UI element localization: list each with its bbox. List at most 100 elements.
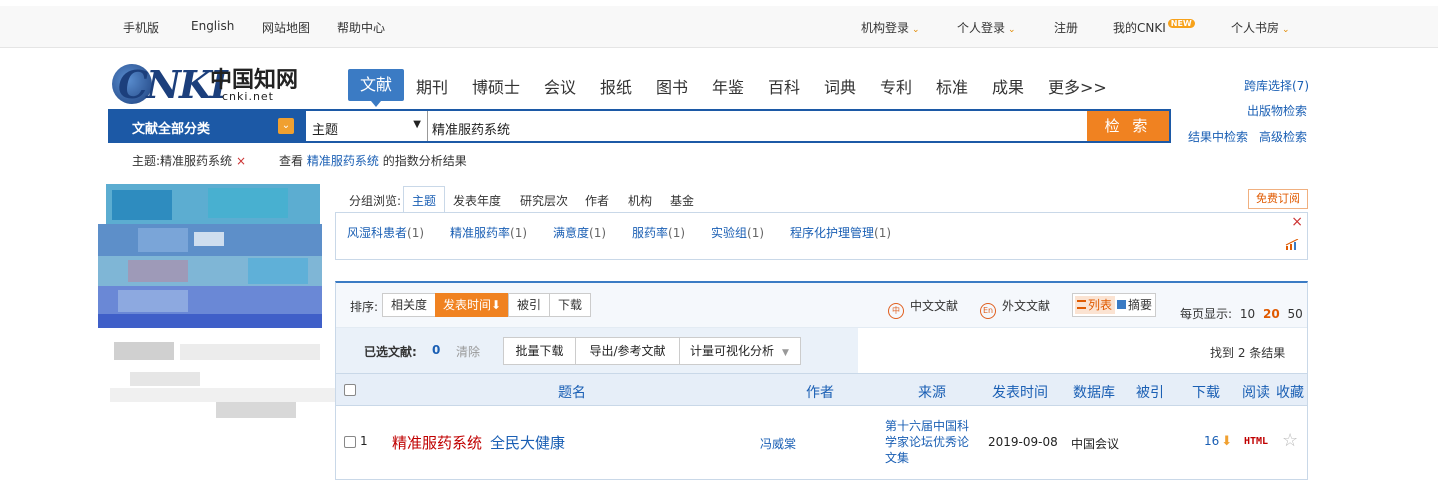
category-select[interactable]: 文献全部分类 ⌄ [108,109,306,143]
group-tab-institution[interactable]: 机构 [628,192,652,209]
search-condition-text: 主题:精准服药系统 [132,154,233,168]
personal-login-link[interactable]: 个人登录 ⌄ [957,19,1016,36]
select-all-checkbox[interactable] [344,384,356,396]
row-source-line: 学家论坛优秀论 [885,435,970,449]
header-source[interactable]: 来源 [918,382,946,402]
foreign-docs-link[interactable]: En 外文文献 [980,297,1050,319]
visual-analysis-dropdown[interactable]: 计量可视化分析 ▼ [679,337,801,365]
view-abstract-label: 摘要 [1128,298,1153,312]
header-downloads[interactable]: 下载 [1192,382,1220,402]
selection-controls: 已选文献: 0 清除 批量下载 导出/参考文献 计量可视化分析 ▼ [336,328,858,373]
view-list-button[interactable]: 列表 [1075,296,1115,314]
row-author-link[interactable]: 冯威棠 [760,435,796,452]
sort-download-button[interactable]: 下载 [549,293,591,317]
advanced-search-link[interactable]: 高级检索 [1259,128,1307,145]
group-tab-author[interactable]: 作者 [585,192,609,209]
group-tab-fund[interactable]: 基金 [670,192,694,209]
register-link[interactable]: 注册 [1054,19,1078,36]
view-list-label: 列表 [1088,298,1113,312]
nav-tab-achievement[interactable]: 成果 [992,74,1024,98]
nav-tab-journal[interactable]: 期刊 [416,74,448,98]
header-cited[interactable]: 被引 [1136,382,1164,402]
nav-tab-book[interactable]: 图书 [656,74,688,98]
row-checkbox[interactable] [344,436,356,448]
group-item[interactable]: 实验组(1) [711,224,764,241]
sort-relevance-button[interactable]: 相关度 [382,293,436,317]
group-item[interactable]: 程序化护理管理(1) [790,224,891,241]
per-page-20[interactable]: 20 [1263,307,1280,321]
mobile-link[interactable]: 手机版 [123,19,159,36]
nav-tab-patent[interactable]: 专利 [880,74,912,98]
header-author[interactable]: 作者 [806,382,834,402]
search-button[interactable]: 检 索 [1087,111,1169,141]
nav-tab-standard[interactable]: 标准 [936,74,968,98]
group-tab-level[interactable]: 研究层次 [520,192,568,209]
star-icon[interactable]: ☆ [1282,430,1298,451]
search-input[interactable]: 精准服药系统 [432,119,510,138]
nav-tab-encyclopedia[interactable]: 百科 [768,74,800,98]
cross-db-select-link[interactable]: 跨库选择(7) [1244,77,1309,94]
search-in-results-link[interactable]: 结果中检索 [1188,128,1248,145]
row-title-link[interactable]: 精准服药系统 全民大健康 [392,432,565,453]
chevron-down-icon: ⌄ [1282,25,1290,35]
index-analysis-link[interactable]: 查看 精准服药系统 的指数分析结果 [279,152,467,169]
group-tab-topic[interactable]: 主题 [403,186,446,214]
new-badge: NEW [1167,19,1195,28]
close-icon[interactable]: × [1291,214,1303,230]
row-title-highlight: 精准服药系统 [392,434,483,452]
group-item[interactable]: 风湿科患者(1) [347,224,424,241]
index-prefix: 查看 [279,154,304,168]
row-source-line: 文集 [885,451,910,465]
nav-tab-more[interactable]: 更多>> [1048,74,1107,98]
english-link[interactable]: English [191,19,234,33]
group-item[interactable]: 精准服药率(1) [450,224,527,241]
group-item[interactable]: 服药率(1) [632,224,685,241]
header-date[interactable]: 发表时间 [992,382,1048,402]
row-download-count: 16 [1204,434,1220,448]
index-keyword[interactable]: 精准服药系统 [307,154,379,168]
chevron-down-icon: ⌄ [278,118,294,134]
nav-tab-yearbook[interactable]: 年鉴 [712,74,744,98]
html-read-link[interactable]: HTML [1244,436,1268,447]
per-page-label: 每页显示: [1180,307,1233,321]
help-link[interactable]: 帮助中心 [337,19,385,36]
remove-condition-icon[interactable]: × [236,154,246,168]
nav-tab-newspaper[interactable]: 报纸 [600,74,632,98]
chinese-docs-link[interactable]: 中中文文献 [888,297,958,319]
personal-library-link[interactable]: 个人书房 ⌄ [1231,19,1290,36]
nav-tab-thesis[interactable]: 博硕士 [472,74,520,98]
free-subscribe-button[interactable]: 免费订阅 [1248,189,1308,209]
institution-login-link[interactable]: 机构登录 ⌄ [861,19,920,36]
nav-tab-conference[interactable]: 会议 [544,74,576,98]
publication-search-link[interactable]: 出版物检索 [1247,102,1307,119]
per-page-10[interactable]: 10 [1240,307,1255,321]
download-icon: ⬇ [1221,434,1233,449]
clear-selection-link[interactable]: 清除 [456,343,480,360]
row-date: 2019-09-08 [988,435,1058,449]
my-cnki-link[interactable]: 我的CNKI NEW [1113,19,1195,36]
view-abstract-button[interactable]: 摘要 [1117,296,1152,314]
foreign-docs-icon: En [980,303,996,319]
abstract-icon [1117,300,1126,309]
export-references-button[interactable]: 导出/参考文献 [575,337,680,365]
row-source-link[interactable]: 第十六届中国科 学家论坛优秀论 文集 [885,418,969,466]
group-item[interactable]: 满意度(1) [553,224,606,241]
group-item-count: (1) [747,226,765,240]
sort-cited-button[interactable]: 被引 [508,293,550,317]
sort-date-label: 发表时间 [442,298,491,312]
nav-tab-literature[interactable]: 文献 [348,69,404,107]
results-panel: 排序: 相关度 发表时间⬇ 被引 下载 中中文文献 En 外文文献 列表 摘要 每… [335,281,1308,480]
row-download-link[interactable]: 16 ⬇ [1204,434,1232,449]
header-database[interactable]: 数据库 [1073,382,1115,402]
header-title[interactable]: 题名 [558,382,586,402]
nav-tab-dictionary[interactable]: 词典 [824,74,856,98]
search-field-select[interactable]: 主题 ▼ [306,111,428,141]
bulk-download-button[interactable]: 批量下载 [503,337,576,365]
cnki-logo[interactable]: CNKI 中国知网 cnki.net [110,62,310,108]
group-tab-year[interactable]: 发表年度 [453,192,501,209]
sort-date-button[interactable]: 发表时间⬇ [435,293,509,317]
per-page-50[interactable]: 50 [1288,307,1303,321]
chart-icon[interactable] [1285,239,1299,251]
group-item-count: (1) [510,226,528,240]
sitemap-link[interactable]: 网站地图 [262,19,310,36]
